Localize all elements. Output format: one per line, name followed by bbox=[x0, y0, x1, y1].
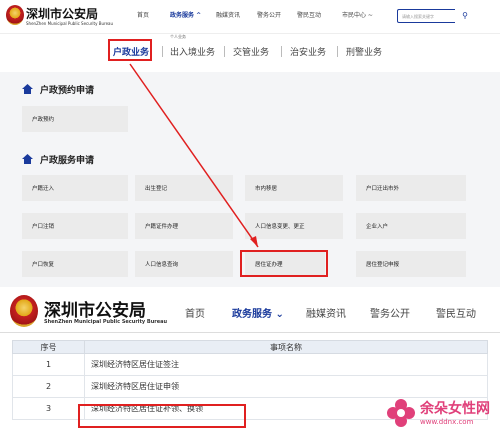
section-title: 户政服务申请 bbox=[40, 156, 95, 166]
nav-home[interactable]: 首页 bbox=[185, 305, 205, 320]
highlight-box bbox=[108, 39, 152, 61]
subnav-criminal[interactable]: 刑警业务 bbox=[346, 45, 382, 58]
watermark-title: 余朵女性网 bbox=[420, 401, 490, 417]
table-row[interactable]: 2 深圳经济特区居住证申领 bbox=[12, 375, 488, 398]
watermark-url: www.ddnx.com bbox=[420, 418, 474, 426]
table-row[interactable]: 1 深圳经济特区居住证签注 bbox=[12, 353, 488, 376]
subnav-exit-entry[interactable]: 出入境业务 bbox=[170, 45, 215, 58]
top-screenshot: 深圳市公安局 ShenZhen Municipal Public Securit… bbox=[0, 0, 500, 287]
nav-citizen-center[interactable]: 市民中心 ~ bbox=[342, 10, 373, 19]
nav-police-affairs[interactable]: 警务公开 bbox=[370, 305, 410, 320]
service-card[interactable]: 出生登记 bbox=[135, 175, 233, 201]
nav-gov-services[interactable]: 政务服务 ⌄ bbox=[232, 305, 284, 320]
subnav-traffic[interactable]: 交管业务 bbox=[233, 45, 269, 58]
house-icon bbox=[22, 84, 33, 94]
subnav-public-order[interactable]: 治安业务 bbox=[290, 45, 326, 58]
divider bbox=[224, 46, 225, 57]
divider bbox=[337, 46, 338, 57]
nav-gov-services[interactable]: 政务服务 ^ bbox=[170, 10, 201, 19]
site-title: 深圳市公安局 bbox=[26, 7, 99, 21]
table-header-row: 序号 事项名称 bbox=[12, 340, 488, 354]
row-number: 2 bbox=[12, 375, 85, 398]
search-icon[interactable]: ⚲ bbox=[455, 9, 475, 23]
service-card[interactable]: 居住登记申报 bbox=[356, 251, 466, 277]
row-item-name[interactable]: 深圳经济特区居住证申领 bbox=[84, 375, 488, 398]
nav-home[interactable]: 首页 bbox=[137, 10, 149, 19]
tooltip-personal: 个人业务 bbox=[170, 34, 186, 39]
police-emblem-icon[interactable] bbox=[6, 5, 24, 25]
service-card[interactable]: 户政预约 bbox=[22, 106, 128, 132]
highlight-box bbox=[78, 404, 246, 428]
nav-police-interaction[interactable]: 警民互动 bbox=[436, 305, 476, 320]
column-header-no: 序号 bbox=[12, 340, 85, 354]
row-number: 3 bbox=[12, 397, 85, 420]
nav-media-news[interactable]: 融媒资讯 bbox=[216, 10, 240, 19]
row-number: 1 bbox=[12, 353, 85, 376]
divider bbox=[281, 46, 282, 57]
site-subtitle: ShenZhen Municipal Public Security Burea… bbox=[26, 21, 114, 26]
service-card[interactable]: 人口信息查询 bbox=[135, 251, 233, 277]
service-card[interactable]: 户口注销 bbox=[22, 213, 128, 239]
service-card[interactable]: 户口迁出市外 bbox=[356, 175, 466, 201]
site-subtitle: ShenZhen Municipal Public Security Burea… bbox=[44, 319, 168, 325]
service-card[interactable]: 企业入户 bbox=[356, 213, 466, 239]
service-card[interactable]: 户籍迁入 bbox=[22, 175, 128, 201]
divider bbox=[162, 46, 163, 57]
police-emblem-icon[interactable] bbox=[10, 295, 38, 327]
nav-media-news[interactable]: 融媒资讯 bbox=[306, 305, 346, 320]
section-title: 户政预约申请 bbox=[40, 86, 95, 96]
site-title: 深圳市公安局 bbox=[44, 301, 146, 321]
service-card[interactable]: 人口信息变更、更正 bbox=[245, 213, 343, 239]
service-card[interactable]: 户籍证件办理 bbox=[135, 213, 233, 239]
highlight-box bbox=[240, 250, 328, 277]
watermark: 余朵女性网 www.ddnx.com bbox=[386, 398, 490, 432]
nav-police-affairs[interactable]: 警务公开 bbox=[257, 10, 281, 19]
divider bbox=[0, 332, 500, 333]
column-header-name: 事项名称 bbox=[84, 340, 488, 354]
screenshot-collage: 深圳市公安局 ShenZhen Municipal Public Securit… bbox=[0, 0, 500, 437]
house-icon bbox=[22, 154, 33, 164]
nav-police-interaction[interactable]: 警民互动 bbox=[297, 10, 321, 19]
row-item-name[interactable]: 深圳经济特区居住证签注 bbox=[84, 353, 488, 376]
service-card[interactable]: 户口恢复 bbox=[22, 251, 128, 277]
flower-icon bbox=[387, 399, 415, 427]
service-card[interactable]: 市内移居 bbox=[245, 175, 343, 201]
